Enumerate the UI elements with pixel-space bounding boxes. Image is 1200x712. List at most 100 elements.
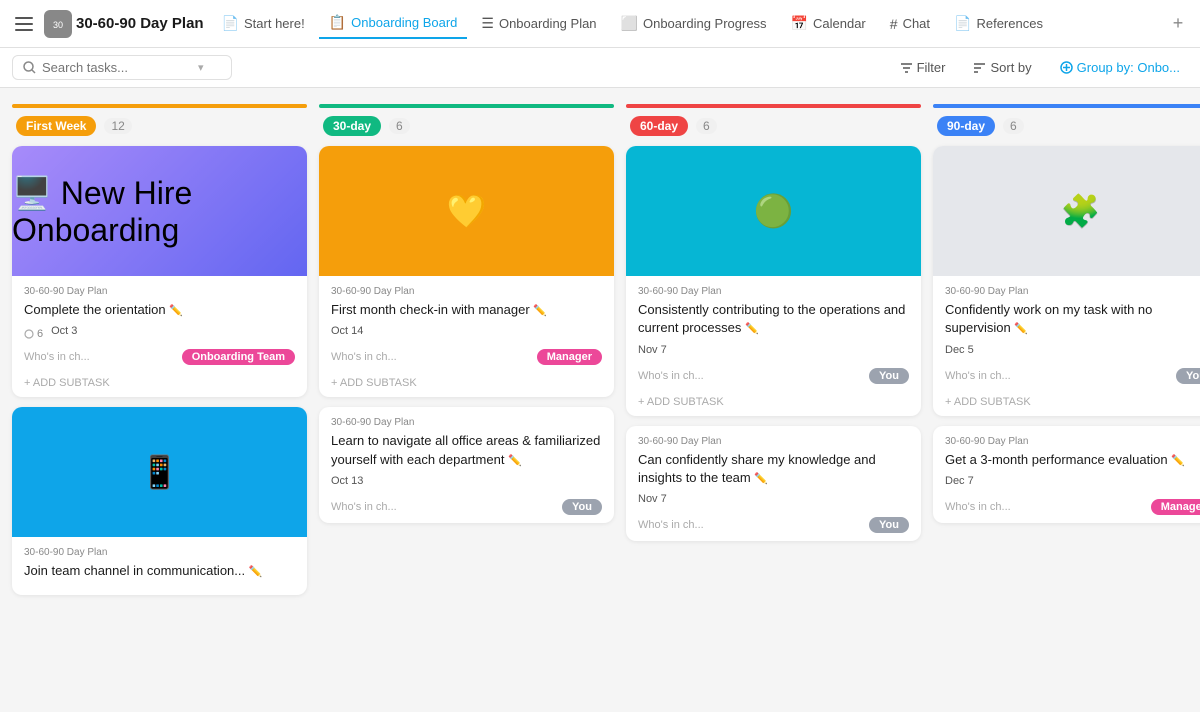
col-badge: 60-day [630,116,688,136]
card-image: 🟢 [626,146,921,276]
card-title: Can confidently share my knowledge and i… [638,451,909,488]
edit-icon: ✏️ [1014,323,1028,335]
chat-icon: # [890,16,898,32]
edit-icon: ✏️ [754,473,768,485]
hamburger-menu[interactable] [8,8,40,40]
card-title: Complete the orientation ✏️ [24,301,295,319]
edit-icon: ✏️ [249,566,263,578]
sort-icon [973,62,986,73]
card-project: 30-60-90 Day Plan [945,286,1200,297]
col-count: 12 [104,118,131,134]
card-body: 30-60-90 Day Plan Get a 3-month performa… [933,426,1200,523]
card-date: Nov 7 [638,493,667,505]
card-meta: Oct 14 [331,325,602,343]
tab-onboarding-progress[interactable]: ⬜ Onboarding Progress [611,9,777,38]
col-top-bar [12,104,307,108]
column-header: 90-day 6 [933,116,1200,136]
add-subtask-button[interactable]: + ADD SUBTASK [626,392,921,416]
card-date: Oct 3 [51,325,77,337]
task-card[interactable]: 🧩 30-60-90 Day Plan Confidently work on … [933,146,1200,416]
col-top-bar [319,104,614,108]
board: First Week 12 🖥️ New Hire Onboarding 30-… [0,88,1200,712]
card-body: 30-60-90 Day Plan Consistently contribut… [626,276,921,392]
card-body: 30-60-90 Day Plan Join team channel in c… [12,537,307,594]
who-label: Who's in ch... [331,351,397,363]
task-card[interactable]: 30-60-90 Day Plan Can confidently share … [626,426,921,542]
edit-icon: ✏️ [169,305,183,317]
card-project: 30-60-90 Day Plan [24,286,295,297]
group-button[interactable]: Group by: Onbo... [1052,56,1188,79]
card-footer: Who's in ch... Onboarding Team [24,349,295,365]
card-footer: Who's in ch... You [638,517,909,533]
start-icon: 📄 [222,15,239,32]
search-input[interactable] [42,60,192,75]
subtask-icon [24,329,34,339]
card-meta: Dec 7 [945,475,1200,493]
task-card[interactable]: 📱 30-60-90 Day Plan Join team channel in… [12,407,307,594]
card-footer: Who's in ch... Manager [945,499,1200,515]
col-top-bar [933,104,1200,108]
task-card[interactable]: 30-60-90 Day Plan Get a 3-month performa… [933,426,1200,523]
assignee-badge: Manager [1151,499,1200,515]
card-date: Nov 7 [638,344,667,356]
task-card[interactable]: 🖥️ New Hire Onboarding 30-60-90 Day Plan… [12,146,307,397]
edit-icon: ✏️ [533,305,547,317]
card-title: Learn to navigate all office areas & fam… [331,432,602,469]
card-image: 🧩 [933,146,1200,276]
group-icon [1060,61,1073,74]
add-subtask-button[interactable]: + ADD SUBTASK [933,392,1200,416]
who-label: Who's in ch... [24,351,90,363]
search-box[interactable]: ▾ [12,55,232,80]
assignee-badge: You [1176,368,1200,384]
card-image: 📱 [12,407,307,537]
card-title: Join team channel in communication... ✏️ [24,562,295,580]
task-card[interactable]: 🟢 30-60-90 Day Plan Consistently contrib… [626,146,921,416]
tab-chat[interactable]: # Chat [880,10,940,38]
card-footer: Who's in ch... You [638,368,909,384]
search-icon [23,61,36,74]
card-image: 🖥️ New Hire Onboarding [12,146,307,276]
sub-count: 6 [24,328,43,340]
edit-icon: ✏️ [745,323,759,335]
who-label: Who's in ch... [331,501,397,513]
board-icon: 📋 [329,14,346,31]
add-subtask-button[interactable]: + ADD SUBTASK [12,373,307,397]
card-title: Get a 3-month performance evaluation ✏️ [945,451,1200,469]
card-project: 30-60-90 Day Plan [945,436,1200,447]
tab-start[interactable]: 📄 Start here! [212,9,315,38]
assignee-badge: You [869,517,909,533]
svg-text:30: 30 [53,20,63,30]
app-title: 30-60-90 Day Plan [76,15,204,32]
tab-onboarding-board[interactable]: 📋 Onboarding Board [319,8,468,39]
card-body: 30-60-90 Day Plan Can confidently share … [626,426,921,542]
toolbar: ▾ Filter Sort by Group by: Onbo... [0,48,1200,88]
filter-icon [900,62,913,73]
task-card[interactable]: 💛 30-60-90 Day Plan First month check-in… [319,146,614,397]
column-30-day: 30-day 6 💛 30-60-90 Day Plan First month… [319,104,614,696]
assignee-badge: Manager [537,349,602,365]
card-body: 30-60-90 Day Plan Confidently work on my… [933,276,1200,392]
assignee-badge: You [562,499,602,515]
progress-icon: ⬜ [621,15,638,32]
card-body: 30-60-90 Day Plan Learn to navigate all … [319,407,614,523]
tab-onboarding-plan[interactable]: ☰ Onboarding Plan [471,9,606,38]
card-image: 💛 [319,146,614,276]
tab-calendar[interactable]: 📅 Calendar [781,9,876,38]
calendar-icon: 📅 [791,15,808,32]
assignee-badge: Onboarding Team [182,349,295,365]
sort-button[interactable]: Sort by [965,56,1039,79]
tab-references[interactable]: 📄 References [944,9,1053,38]
add-tab-button[interactable]: + [1164,10,1192,38]
edit-icon: ✏️ [1171,455,1185,467]
col-count: 6 [696,118,717,134]
add-subtask-button[interactable]: + ADD SUBTASK [319,373,614,397]
card-project: 30-60-90 Day Plan [331,286,602,297]
card-project: 30-60-90 Day Plan [638,286,909,297]
card-footer: Who's in ch... You [945,368,1200,384]
card-title: First month check-in with manager ✏️ [331,301,602,319]
card-date: Oct 14 [331,325,363,337]
filter-button[interactable]: Filter [892,56,954,79]
card-meta: Nov 7 [638,344,909,362]
column-60-day: 60-day 6 🟢 30-60-90 Day Plan Consistentl… [626,104,921,696]
task-card[interactable]: 30-60-90 Day Plan Learn to navigate all … [319,407,614,523]
